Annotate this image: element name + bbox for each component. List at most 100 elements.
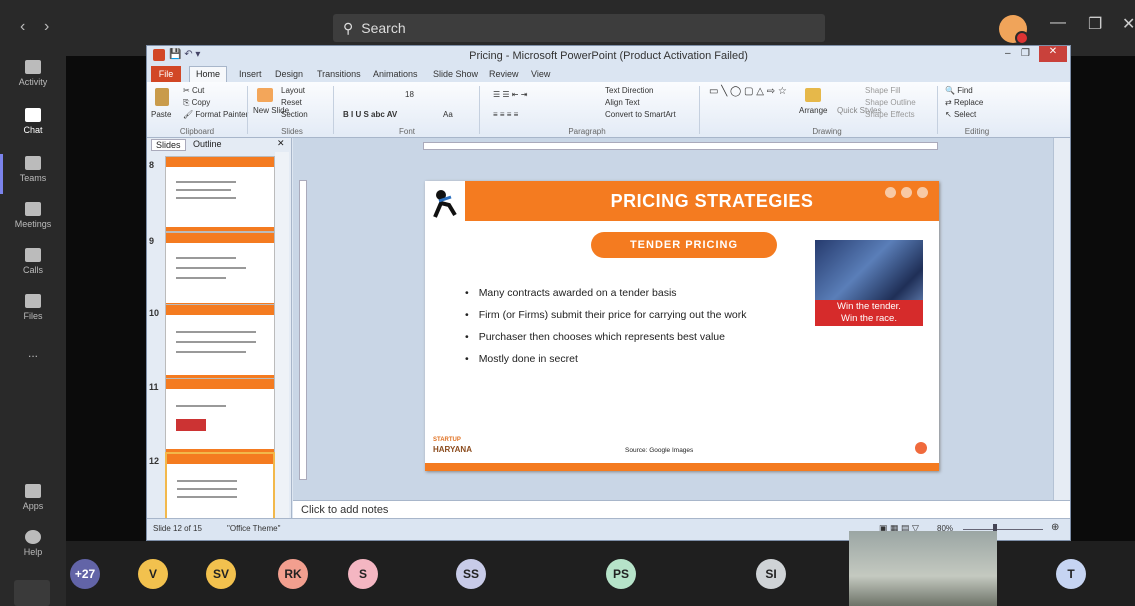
header-dot [885, 187, 896, 198]
list-buttons[interactable]: ☰ ☰ ⇤ ⇥ [493, 90, 527, 99]
layout-button[interactable]: Layout [281, 86, 305, 95]
tab-home[interactable]: Home [189, 66, 227, 82]
participant-avatar[interactable]: S [348, 559, 378, 589]
rail-more[interactable]: ... [0, 346, 66, 360]
slide-thumbnail-selected[interactable] [165, 452, 275, 528]
group-slides: Slides [281, 127, 303, 136]
slide-thumbnail[interactable] [165, 156, 275, 232]
paste-button[interactable]: Paste [151, 110, 171, 119]
panel-scrollbar[interactable] [275, 152, 289, 518]
participant-avatar[interactable]: SV [206, 559, 236, 589]
participant-avatar[interactable]: V [138, 559, 168, 589]
copy-button[interactable]: ⎘ Copy [183, 98, 210, 108]
close-icon[interactable]: ✕ [1122, 14, 1135, 34]
font-size-select[interactable]: 18 [405, 90, 414, 99]
forward-arrow-icon[interactable]: › [44, 18, 49, 36]
more-participants-badge[interactable]: +27 [70, 559, 100, 589]
participant-avatar[interactable]: RK [278, 559, 308, 589]
rail-teams[interactable]: Teams [0, 156, 66, 183]
participant-avatar[interactable]: T [1056, 559, 1086, 589]
tab-insert[interactable]: Insert [239, 69, 262, 79]
shapes-gallery[interactable]: ▭ ╲ ◯ ▢ △ ⇨ ☆ [709, 86, 787, 97]
search-icon: ⚲ [343, 19, 354, 36]
help-icon [25, 530, 41, 544]
tab-transitions[interactable]: Transitions [317, 69, 361, 79]
ppt-minimize-icon[interactable]: – [1005, 48, 1011, 59]
startup-haryana-logo: STARTUP HARYANA [433, 437, 472, 454]
format-painter-button[interactable]: 🖌 Format Painter [183, 110, 248, 119]
paste-icon [155, 88, 169, 106]
tab-animations[interactable]: Animations [373, 69, 418, 79]
slide-canvas[interactable]: PRICING STRATEGIES TENDER PRICING Many c… [425, 181, 939, 471]
minimize-icon[interactable]: — [1050, 14, 1066, 32]
align-text-button[interactable]: Align Text [605, 98, 640, 107]
rail-files[interactable]: Files [0, 294, 66, 321]
cut-button[interactable]: ✂ Cut [183, 86, 204, 95]
tab-outline[interactable]: Outline [193, 139, 222, 149]
back-arrow-icon[interactable]: ‹ [20, 18, 25, 36]
teams-sidebar: Activity Chat Teams Meetings Calls Files… [0, 56, 66, 606]
rail-help[interactable]: Help [0, 530, 66, 557]
bullet-item: Firm (or Firms) submit their price for c… [465, 309, 805, 321]
slide-thumbnail[interactable] [165, 232, 275, 308]
apps-icon [25, 484, 41, 498]
participant-avatar[interactable]: PS [606, 559, 636, 589]
rail-meetings[interactable]: Meetings [0, 202, 66, 229]
arrange-button[interactable]: Arrange [799, 106, 827, 115]
phone-icon [25, 248, 41, 262]
shape-outline-button[interactable]: Shape Outline [865, 98, 916, 107]
font-format-buttons[interactable]: B I U S abc AV [343, 110, 397, 119]
section-button[interactable]: Section [281, 110, 308, 119]
ppt-title-bar: 💾 ↶ ▾ Pricing - Microsoft PowerPoint (Pr… [147, 46, 1070, 66]
notes-pane[interactable]: Click to add notes [293, 500, 1070, 518]
user-avatar[interactable] [999, 15, 1029, 45]
participant-video[interactable] [849, 531, 997, 606]
image-caption: Win the tender. Win the race. [815, 300, 923, 326]
bullet-item: Mostly done in secret [465, 353, 805, 365]
replace-button[interactable]: ⇄ Replace [945, 98, 983, 107]
rail-apps[interactable]: Apps [0, 484, 66, 511]
slide-thumbnail[interactable] [165, 304, 275, 380]
calendar-icon [25, 202, 41, 216]
change-case-button[interactable]: Aa [443, 110, 453, 119]
tab-design[interactable]: Design [275, 69, 303, 79]
search-input[interactable]: ⚲ Search [333, 14, 825, 42]
find-button[interactable]: 🔍 Find [945, 86, 973, 95]
tab-slides[interactable]: Slides [151, 139, 186, 151]
tab-review[interactable]: Review [489, 69, 519, 79]
fit-slide-icon[interactable]: ⊕ [1051, 522, 1059, 533]
rail-chat[interactable]: Chat [0, 108, 66, 135]
select-button[interactable]: ↖ Select [945, 110, 976, 119]
bullet-item: Many contracts awarded on a tender basis [465, 287, 805, 299]
tab-file[interactable]: File [151, 66, 181, 82]
group-font: Font [398, 127, 415, 136]
convert-smartart-button[interactable]: Convert to SmartArt [605, 110, 676, 119]
ppt-close-button[interactable]: ✕ [1039, 46, 1067, 62]
align-buttons[interactable]: ≡ ≡ ≡ ≡ [493, 110, 518, 119]
shape-fill-button[interactable]: Shape Fill [865, 86, 901, 95]
device-button[interactable] [14, 580, 50, 606]
ribbon-home: Paste ✂ Cut ⎘ Copy 🖌 Format Painter Clip… [147, 82, 1070, 138]
close-panel-icon[interactable]: ✕ [277, 138, 285, 149]
participant-avatar[interactable]: SI [756, 559, 786, 589]
maximize-icon[interactable]: ❐ [1088, 14, 1102, 34]
participants-bar: +27 V SV RK S SS PS SI T [66, 531, 1135, 606]
slide-header-bar: PRICING STRATEGIES [465, 181, 939, 221]
thumb-number: 10 [149, 308, 160, 318]
slide-title: PRICING STRATEGIES [610, 191, 814, 211]
tab-slide-show[interactable]: Slide Show [433, 69, 478, 79]
ppt-restore-icon[interactable]: ❐ [1021, 48, 1030, 59]
reset-button[interactable]: Reset [281, 98, 302, 107]
slide-counter: Slide 12 of 15 [153, 524, 202, 533]
text-direction-button[interactable]: Text Direction [605, 86, 653, 95]
participant-avatar[interactable]: SS [456, 559, 486, 589]
zoom-slider[interactable] [963, 529, 1043, 530]
thumb-number: 12 [149, 456, 160, 466]
tab-view[interactable]: View [531, 69, 550, 79]
shape-effects-button[interactable]: Shape Effects [865, 110, 915, 119]
rail-activity[interactable]: Activity [0, 60, 66, 87]
rail-calls[interactable]: Calls [0, 248, 66, 275]
image-source: Source: Google Images [625, 447, 694, 454]
editor-scrollbar[interactable] [1053, 138, 1070, 500]
slide-thumbnail[interactable] [165, 378, 275, 454]
